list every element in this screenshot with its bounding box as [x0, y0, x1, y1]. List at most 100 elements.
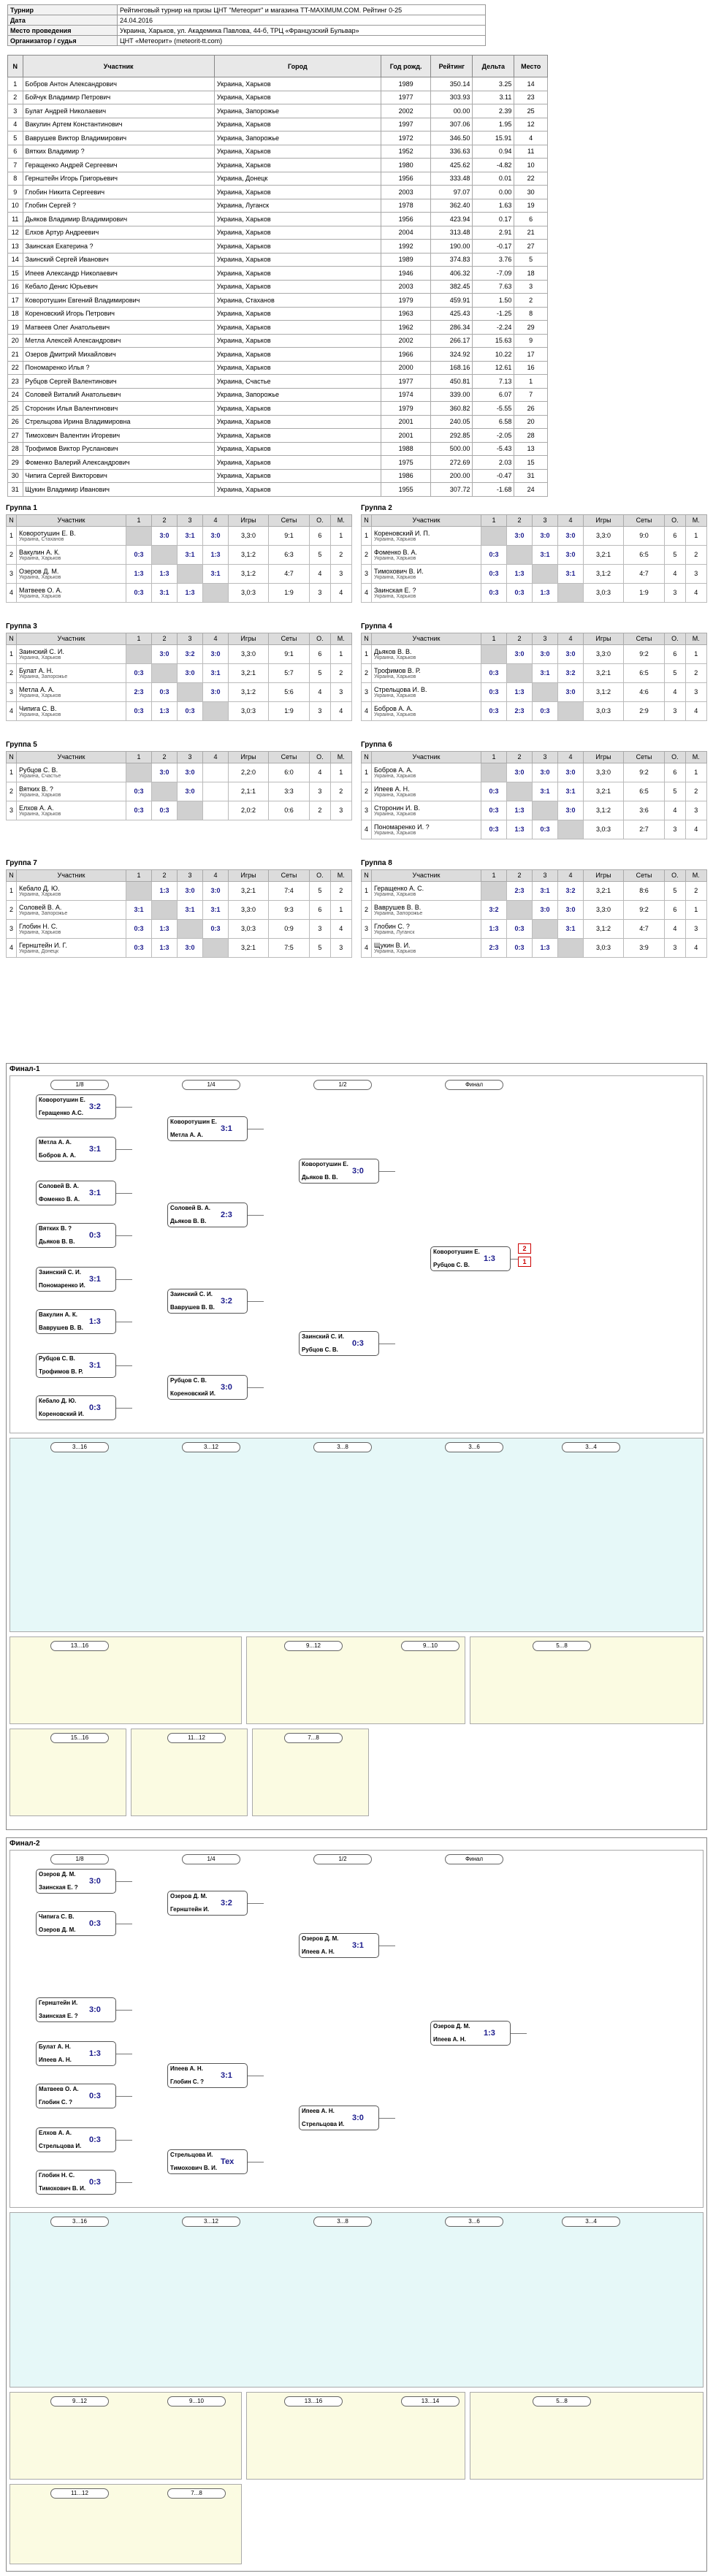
- round-label: Финал: [445, 1854, 503, 1864]
- group-header-c4: 4: [557, 632, 584, 645]
- player-row: 27 Тимохович Валентин Игоревич Украина, Ха…: [7, 428, 548, 443]
- tournament-page: Турнир Рейтинговый турнир на призы ЦНТ "М…: [0, 0, 713, 2576]
- group-row-n: 1: [361, 880, 372, 901]
- group-self-cell: [481, 762, 507, 782]
- match-box: Метла А. А. 3:1 Бобров А. А.: [36, 1137, 116, 1162]
- match-player-1: Заинский С. И.: [302, 1333, 344, 1340]
- round-label: 11...12: [167, 1733, 226, 1743]
- group-player-name: Глобин С. ?: [374, 922, 410, 930]
- player-year: 2000: [380, 360, 432, 375]
- match-player-2: Геращенко А.С.: [39, 1110, 83, 1116]
- player-delta: -7.09: [472, 266, 515, 281]
- group-row: 2 Вятких В. ? Украина, Харьков 0:3 3:0 2,1:1 3…: [6, 781, 352, 801]
- player-n: 21: [7, 347, 23, 362]
- group-score: 3:0: [177, 663, 203, 683]
- info-row: Место проведения Украина, Харьков, ул. Ак…: [7, 25, 486, 36]
- player-name: Заинская Екатерина ?: [22, 239, 215, 254]
- group-row-n: 1: [361, 762, 372, 782]
- group-sets: 0:9: [267, 918, 310, 939]
- group-player-city: Украина, Харьков: [19, 555, 61, 561]
- group-player-name: Бобров А. А.: [374, 766, 413, 774]
- group-header-name: Участник: [371, 750, 481, 763]
- col-rating: Рейтинг: [430, 55, 473, 77]
- player-rating: 286.34: [430, 320, 473, 335]
- player-row: 4 Вакулин Артем Константинович Украина, Ха…: [7, 117, 548, 132]
- group-sets: 1:9: [267, 582, 310, 603]
- group-header-place: М.: [329, 632, 352, 645]
- group-place: 4: [685, 582, 707, 603]
- group-points: 4: [309, 563, 331, 584]
- player-row: 24 Соловей Виталий Анатольевич Украина, За…: [7, 387, 548, 402]
- group-header-c2: 2: [151, 632, 178, 645]
- group-points: 5: [664, 544, 686, 565]
- group-self-cell: [177, 563, 203, 584]
- player-city: Украина, Стаханов: [213, 293, 381, 308]
- group-player-name: Заинская Е. ?: [374, 586, 416, 594]
- group-points: 4: [664, 563, 686, 584]
- group-header-games: Игры: [583, 750, 624, 763]
- group-header-c1: 1: [126, 514, 152, 527]
- player-rating: 333.48: [430, 171, 473, 186]
- group-player-city: Украина, Харьков: [374, 773, 416, 779]
- group-score: 3:0: [532, 644, 558, 664]
- player-delta: 1.50: [472, 293, 515, 308]
- group-self-cell: [532, 682, 558, 702]
- group-self-cell: [151, 663, 178, 683]
- player-n: 14: [7, 252, 23, 267]
- group-header-c4: 4: [557, 514, 584, 527]
- group-score: 3:2: [557, 663, 584, 683]
- player-rating: 307.72: [430, 482, 473, 497]
- match-box: Глобин Н. С. 0:3 Тимохович В. И.: [36, 2170, 116, 2195]
- group-place: 2: [685, 663, 707, 683]
- player-rating: 425.62: [430, 158, 473, 172]
- player-rating: 423.94: [430, 212, 473, 226]
- match-player-1: Матвеев О. А.: [39, 2086, 79, 2092]
- group-row: 3 Стрельцова И. В. Украина, Харьков 0:3 1:3 3…: [361, 682, 707, 702]
- player-year: 1975: [380, 455, 432, 470]
- group-place: 4: [685, 937, 707, 958]
- player-year: 1979: [380, 293, 432, 308]
- group-header-c2: 2: [151, 514, 178, 527]
- player-delta: -4.82: [472, 158, 515, 172]
- group-games: 3,1:2: [583, 682, 624, 702]
- group-player: Елхов А. А. Украина, Харьков: [16, 800, 126, 820]
- group-score: 3:0: [532, 762, 558, 782]
- group-header-pts: О.: [664, 514, 686, 527]
- group-sets: 9:0: [622, 525, 666, 546]
- player-name: Глобин Никита Сергеевич: [22, 185, 215, 199]
- group-table-block: Группа 7 N Участник 1 2 3 4 Игры Сеты О. М. 1 Кебало…: [6, 859, 352, 958]
- final-place: 1: [518, 1257, 531, 1267]
- group-header-c2: 2: [151, 869, 178, 882]
- group-points: 6: [664, 762, 686, 782]
- player-n: 7: [7, 158, 23, 172]
- player-rating: 303.93: [430, 90, 473, 104]
- player-rating: 362.40: [430, 198, 473, 213]
- player-n: 10: [7, 198, 23, 213]
- group-score: 0:3: [126, 582, 152, 603]
- group-player-name: Стрельцова И. В.: [374, 685, 427, 693]
- player-year: 1997: [380, 117, 432, 132]
- group-self-cell: [481, 644, 507, 664]
- group-score: 0:3: [506, 937, 533, 958]
- group-score: 2:3: [506, 880, 533, 901]
- connector-line: [116, 1279, 132, 1280]
- group-row: 3 Тимохович В. И. Украина, Харьков 0:3 1:3 3:…: [361, 563, 707, 584]
- match-player-1: Гернштейн И.: [39, 2000, 78, 2006]
- group-place: 2: [329, 880, 352, 901]
- group-header-pts: О.: [309, 632, 331, 645]
- group-header-sets: Сеты: [267, 750, 310, 763]
- player-delta: 6.07: [472, 387, 515, 402]
- group-self-cell: [126, 525, 152, 546]
- player-city: Украина, Харьков: [213, 212, 381, 226]
- connector-line: [116, 2182, 132, 2183]
- player-delta: 7.63: [472, 279, 515, 294]
- bracket-zone: [9, 1438, 704, 1632]
- group-player: Метла А. А. Украина, Харьков: [16, 682, 126, 702]
- group-header-c2: 2: [506, 750, 533, 763]
- group-player-name: Матвеев О. А.: [19, 586, 63, 594]
- bracket-zone: [9, 1636, 242, 1724]
- match-player-2: Ваврушев В. В.: [170, 1304, 215, 1311]
- group-games: 3,3:0: [228, 899, 269, 920]
- group-header-games: Игры: [228, 632, 269, 645]
- group-player: Фоменко В. А. Украина, Харьков: [371, 544, 481, 565]
